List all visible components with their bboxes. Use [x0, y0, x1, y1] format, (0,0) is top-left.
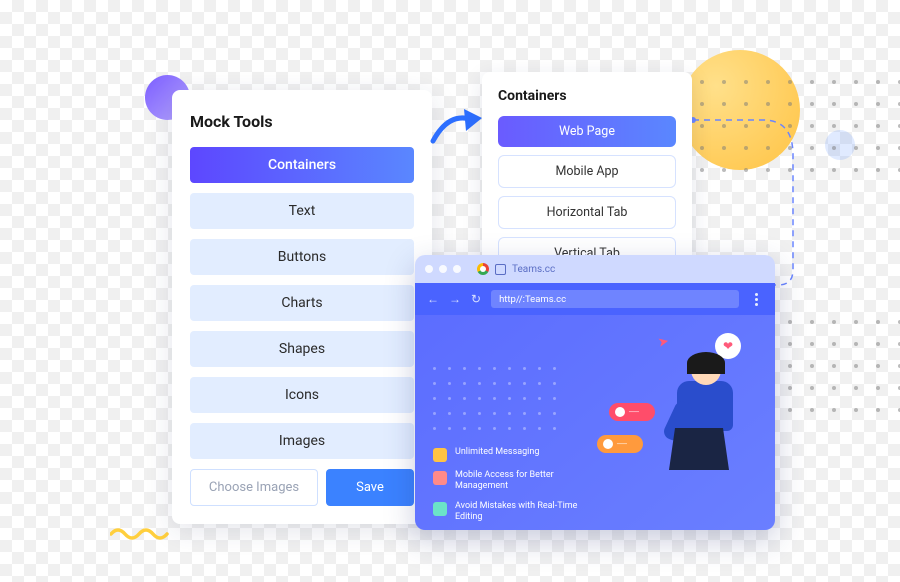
container-mobile-app[interactable]: Mobile App	[498, 155, 676, 188]
menu-icon[interactable]	[749, 293, 763, 306]
container-web-page[interactable]: Web Page	[498, 116, 676, 147]
choose-images-button[interactable]: Choose Images	[190, 469, 318, 506]
decor-body-dots	[433, 367, 556, 430]
arrow-icon	[430, 105, 485, 149]
tool-text[interactable]: Text	[190, 193, 414, 229]
window-control-dot[interactable]	[439, 265, 447, 273]
browser-window: Teams.cc ← → ↻ http//:Teams.cc ➤ ❤ ── ──…	[415, 255, 775, 530]
tool-charts[interactable]: Charts	[190, 285, 414, 321]
feature-item: Unlimited Messaging	[433, 447, 539, 462]
decor-squiggle	[110, 525, 170, 547]
tool-containers[interactable]: Containers	[190, 147, 414, 183]
browser-tab[interactable]: Teams.cc	[477, 263, 555, 275]
browser-toolbar: ← → ↻ http//:Teams.cc	[415, 283, 775, 315]
mock-tools-panel: Mock Tools Containers Text Buttons Chart…	[172, 90, 432, 524]
chat-bubble: ──	[597, 435, 643, 453]
container-horizontal-tab[interactable]: Horizontal Tab	[498, 196, 676, 229]
tool-images[interactable]: Images	[190, 423, 414, 459]
folder-icon	[433, 448, 447, 462]
nav-back-icon[interactable]: ←	[427, 292, 439, 306]
decor-dots	[700, 80, 900, 172]
browser-titlebar: Teams.cc	[415, 255, 775, 283]
browser-content: ➤ ❤ ── ── Unlimited Messaging Mobile Acc…	[415, 315, 775, 530]
url-input[interactable]: http//:Teams.cc	[491, 290, 739, 308]
nav-forward-icon[interactable]: →	[449, 292, 461, 306]
nav-reload-icon[interactable]: ↻	[471, 292, 481, 306]
tab-label: Teams.cc	[512, 264, 555, 275]
save-button[interactable]: Save	[326, 469, 414, 506]
window-control-dot[interactable]	[453, 265, 461, 273]
window-control-dot[interactable]	[425, 265, 433, 273]
feature-item: Avoid Mistakes with Real-Time Editing	[433, 501, 598, 524]
mobile-icon	[433, 471, 447, 485]
mock-tools-title: Mock Tools	[190, 112, 414, 131]
feature-item: Mobile Access for Better Management	[433, 470, 598, 493]
person-illustration	[641, 355, 751, 470]
tool-icons[interactable]: Icons	[190, 377, 414, 413]
paper-plane-icon: ➤	[657, 334, 671, 351]
tool-buttons[interactable]: Buttons	[190, 239, 414, 275]
tool-shapes[interactable]: Shapes	[190, 331, 414, 367]
app-icon	[495, 264, 506, 275]
edit-icon	[433, 502, 447, 516]
chrome-icon	[477, 263, 489, 275]
containers-title: Containers	[498, 88, 676, 104]
